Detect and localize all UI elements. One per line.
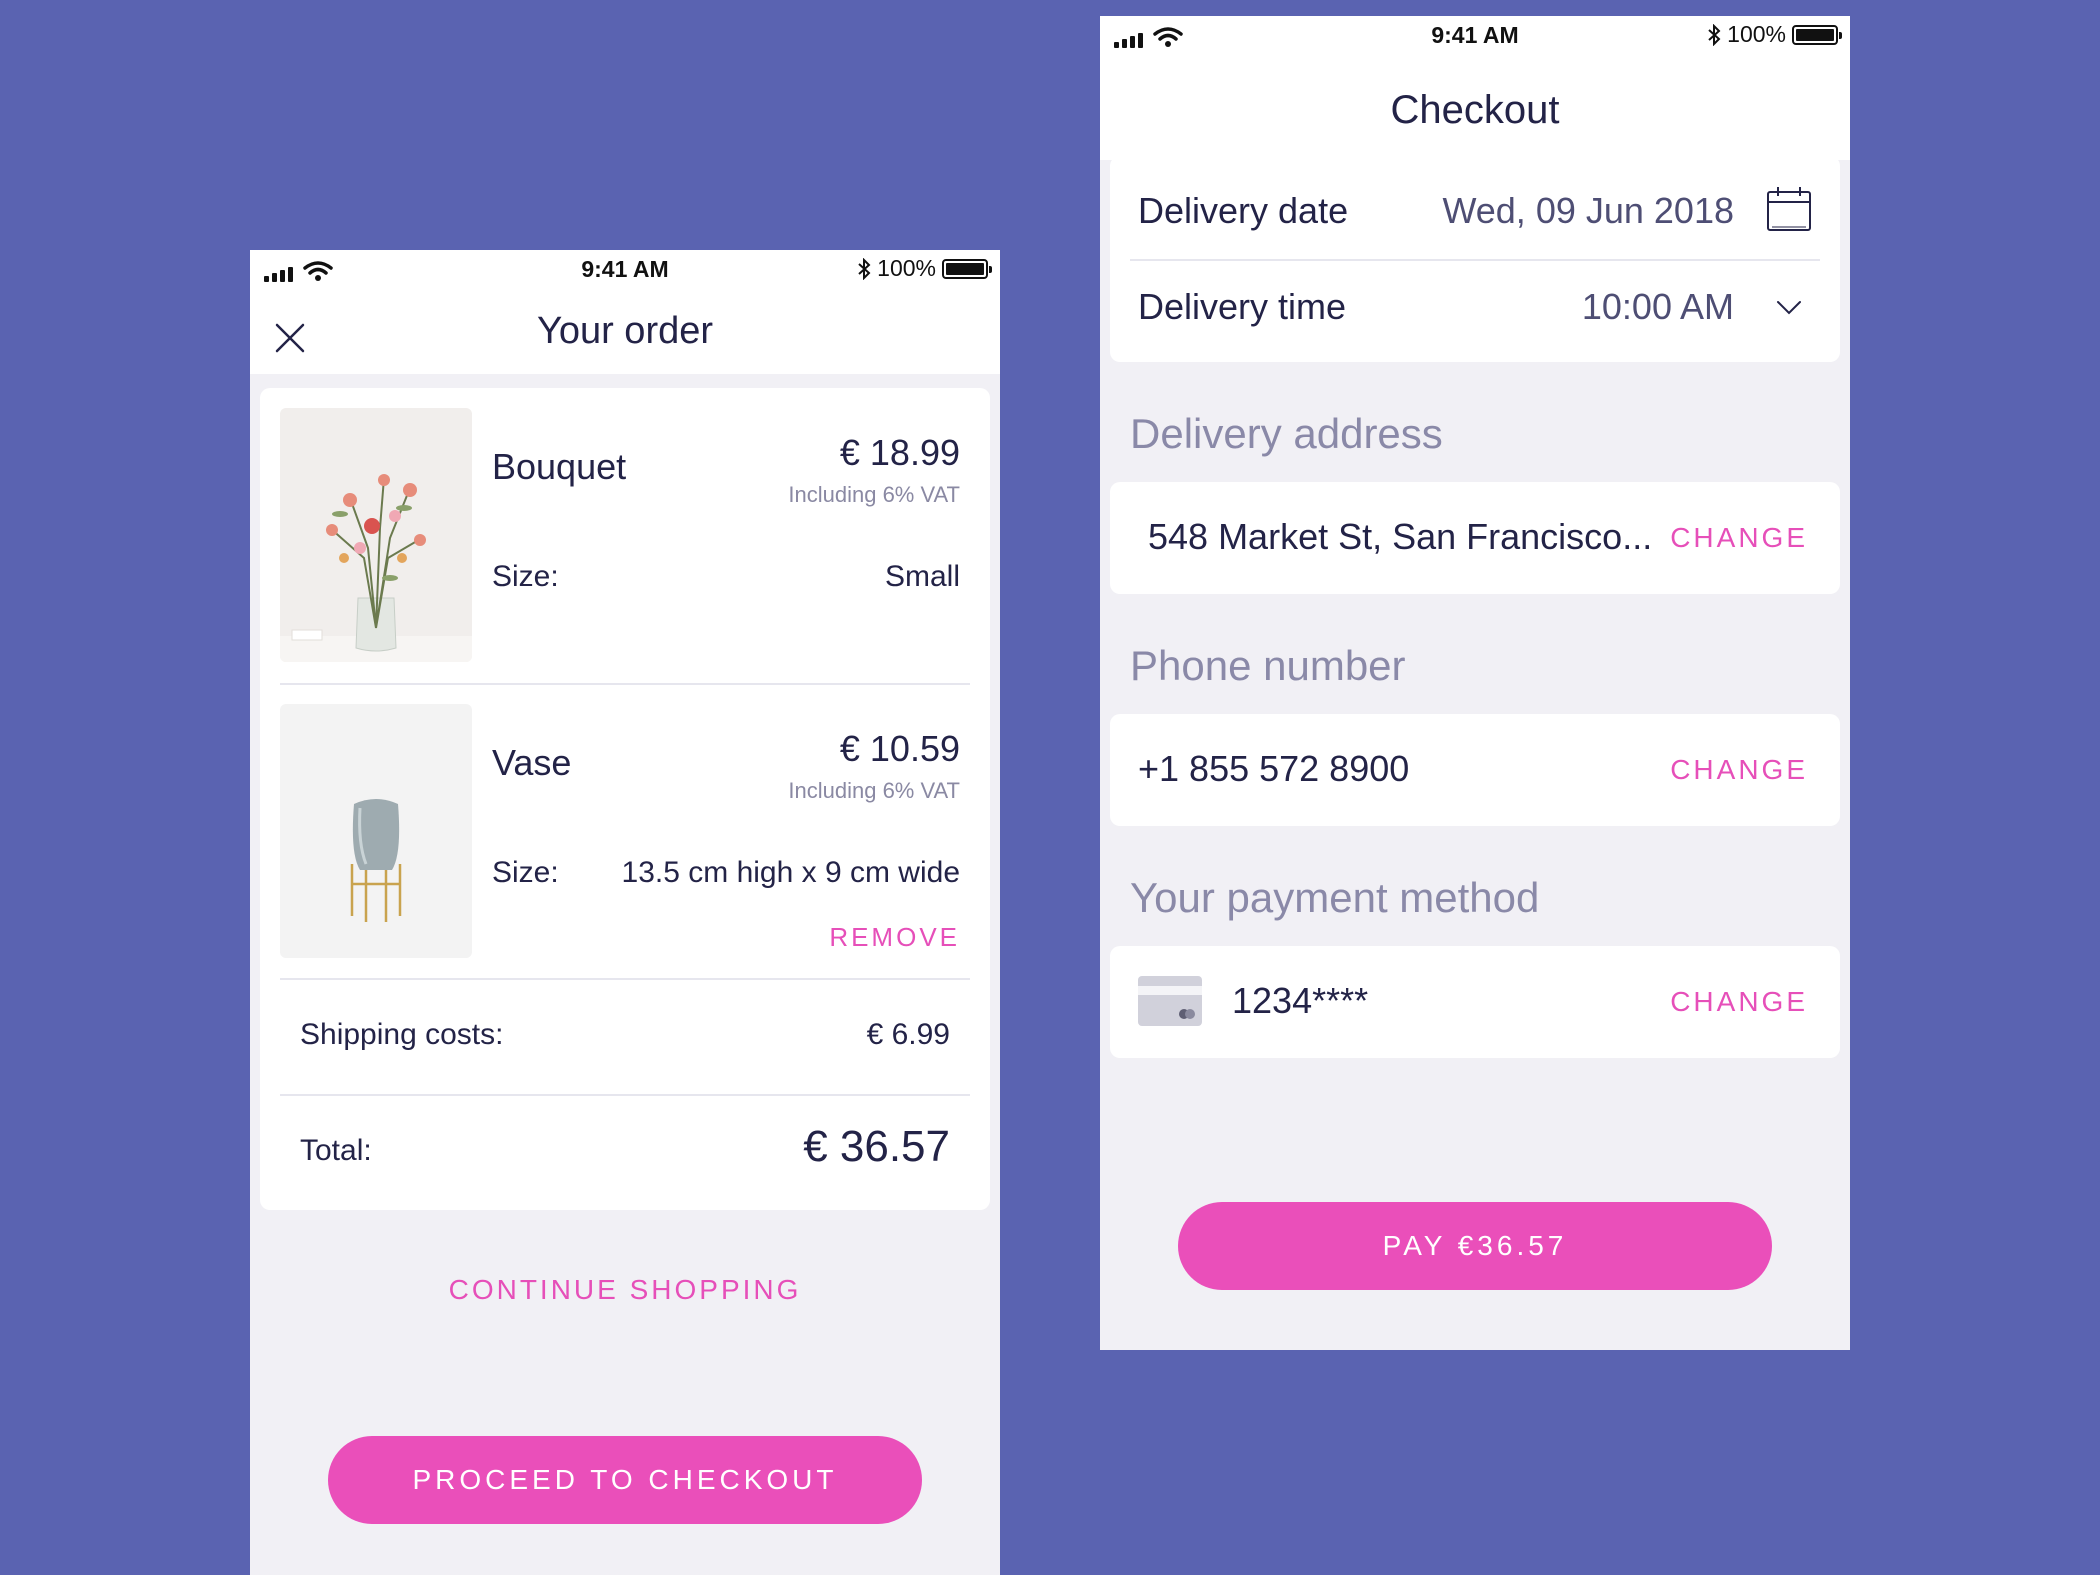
page-title: Checkout [1390,88,1560,132]
address-value: 548 Market St, San Francisco... [1148,516,1653,557]
item-size-label: Size: [492,560,559,593]
proceed-to-checkout-button[interactable]: PROCEED TO CHECKOUT [328,1436,922,1524]
address-card: 548 Market St, San Francisco... CHANGE [1110,482,1840,594]
item-price: € 10.59 [839,728,960,769]
battery-icon [942,258,992,279]
item-price: € 18.99 [839,432,960,473]
shipping-value: € 6.99 [866,1018,950,1051]
phone-number-heading: Phone number [1130,642,1406,689]
divider [280,683,970,685]
change-address-button[interactable]: CHANGE [1670,522,1808,554]
pay-button[interactable]: PAY €36.57 [1178,1202,1772,1290]
status-bar: 9:41 AM 100% [1100,16,1850,56]
delivery-date-value[interactable]: Wed, 09 Jun 2018 [1442,190,1734,232]
item-name: Vase [492,742,572,783]
divider [1130,259,1820,261]
order-screen: 9:41 AM 100% Your order Bouquet € 18.99 … [250,250,1000,1575]
battery-percent: 100% [1727,21,1786,47]
payment-method-heading: Your payment method [1130,874,1540,921]
bluetooth-icon [858,257,871,280]
battery-percent: 100% [877,255,936,281]
order-card: Bouquet € 18.99 Including 6% VAT Size: S… [260,388,990,1210]
change-phone-button[interactable]: CHANGE [1670,754,1808,786]
phone-value: +1 855 572 8900 [1138,748,1410,789]
remove-button[interactable]: REMOVE [829,922,960,953]
item-name: Bouquet [492,446,627,487]
page-title: Your order [536,310,714,352]
item-size-value: 13.5 cm high x 9 cm wide [621,856,960,889]
chevron-down-icon[interactable] [1776,300,1802,316]
delivery-address-heading: Delivery address [1130,410,1443,457]
change-payment-button[interactable]: CHANGE [1670,986,1808,1018]
delivery-card: Delivery date Wed, 09 Jun 2018 Delivery … [1110,156,1840,362]
item-size-label: Size: [492,856,559,889]
phone-card: +1 855 572 8900 CHANGE [1110,714,1840,826]
status-bar: 9:41 AM 100% [250,250,1000,290]
item-size-value: Small [884,560,960,593]
bouquet-image [280,408,472,662]
calendar-icon[interactable] [1766,186,1812,232]
bluetooth-icon [1708,23,1721,46]
battery-icon [1792,24,1842,45]
divider [280,978,970,980]
payment-card: 1234**** CHANGE [1110,946,1840,1058]
item-vat: Including 6% VAT [788,482,960,507]
delivery-time-value[interactable]: 10:00 AM [1582,286,1734,328]
delivery-date-label: Delivery date [1138,190,1349,231]
total-value: € 36.57 [803,1122,950,1171]
navbar: Your order [250,290,1000,374]
payment-value: 1234**** [1232,980,1369,1021]
item-vat: Including 6% VAT [788,778,960,803]
continue-shopping-link[interactable]: CONTINUE SHOPPING [250,1274,1000,1306]
shipping-label: Shipping costs: [300,1018,504,1051]
credit-card-icon [1138,976,1202,1026]
navbar: Checkout [1100,56,1850,160]
divider [280,1094,970,1096]
delivery-time-label: Delivery time [1138,286,1347,327]
total-label: Total: [300,1134,372,1167]
vase-image [280,704,472,958]
checkout-screen: 9:41 AM 100% Checkout Delivery date Wed,… [1100,16,1850,1350]
